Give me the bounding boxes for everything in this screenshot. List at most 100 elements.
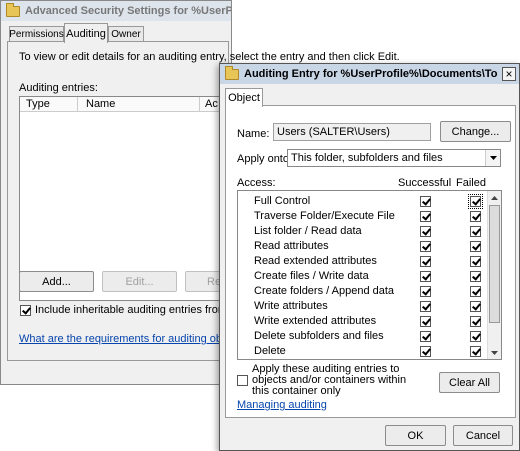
access-header: Access: — [237, 177, 276, 189]
failed-checkbox[interactable] — [470, 241, 481, 252]
access-row-label: Delete subfolders and files — [254, 330, 384, 342]
tab-auditing[interactable]: Auditing — [64, 23, 108, 43]
scroll-down-icon[interactable] — [488, 346, 501, 359]
access-row[interactable]: Write extended attributes — [238, 314, 488, 329]
access-row-label: Full Control — [254, 195, 311, 207]
apply-onto-label: Apply onto: — [237, 153, 293, 165]
access-row-label: Create files / Write data — [254, 270, 369, 282]
bg-window-title: Advanced Security Settings for %UserProf… — [25, 5, 231, 17]
apply-container-checkbox-row[interactable]: Apply these auditing entries to objects … — [237, 364, 417, 397]
successful-checkbox[interactable] — [420, 211, 431, 222]
successful-checkbox[interactable] — [420, 226, 431, 237]
access-row-label: Write extended attributes — [254, 315, 377, 327]
access-row[interactable]: Write attributes — [238, 299, 488, 314]
change-button[interactable]: Change... — [440, 121, 511, 142]
auditing-tab-panel: To view or edit details for an auditing … — [7, 41, 400, 361]
clear-all-button[interactable]: Clear All — [439, 372, 500, 393]
advanced-security-settings-window: Advanced Security Settings for %UserProf… — [0, 0, 400, 385]
access-row[interactable]: Create folders / Append data — [238, 284, 488, 299]
auditing-entry-dialog: Auditing Entry for %UserProfile%\Documen… — [219, 63, 520, 451]
successful-checkbox[interactable] — [420, 301, 431, 312]
access-row-label: Write attributes — [254, 300, 328, 312]
failed-checkbox[interactable] — [470, 346, 481, 357]
successful-header: Successful — [398, 177, 452, 189]
access-row-label: Read attributes — [254, 240, 329, 252]
dialog-titlebar[interactable]: Auditing Entry for %UserProfile%\Documen… — [220, 64, 519, 84]
successful-checkbox[interactable] — [420, 196, 431, 207]
column-header-name[interactable]: Name — [78, 97, 200, 111]
change-button-label: Change... — [451, 125, 500, 138]
ok-button-label: OK — [407, 429, 424, 442]
failed-checkbox[interactable] — [470, 271, 481, 282]
close-icon: × — [505, 67, 513, 81]
column-header-type[interactable]: Type — [20, 97, 78, 111]
access-row[interactable]: Full Control — [238, 194, 488, 209]
failed-checkbox[interactable] — [468, 194, 483, 209]
list-header: Type Name Ac — [20, 97, 223, 112]
failed-checkbox[interactable] — [470, 256, 481, 267]
failed-checkbox[interactable] — [470, 286, 481, 297]
access-row[interactable]: Read attributes — [238, 239, 488, 254]
cancel-button-label: Cancel — [465, 429, 501, 442]
name-value-field: Users (SALTER\Users) — [273, 123, 431, 141]
access-list-scrollbar[interactable] — [487, 191, 501, 359]
tab-owner-label: Owner — [111, 29, 141, 40]
tab-object[interactable]: Object — [225, 88, 263, 107]
successful-checkbox[interactable] — [420, 316, 431, 327]
auditing-entries-label: Auditing entries: — [19, 82, 98, 94]
column-access-label: Ac — [205, 98, 218, 110]
add-button[interactable]: Add... — [19, 271, 94, 292]
tab-auditing-label: Auditing — [66, 27, 106, 40]
apply-container-checkbox[interactable] — [237, 375, 248, 386]
scrollbar-thumb[interactable] — [489, 205, 500, 323]
access-row-label: List folder / Read data — [254, 225, 362, 237]
successful-checkbox[interactable] — [420, 286, 431, 297]
clear-all-button-label: Clear All — [449, 376, 490, 389]
tab-owner[interactable]: Owner — [108, 26, 144, 42]
scroll-up-icon[interactable] — [488, 191, 501, 204]
access-row[interactable]: Delete subfolders and files — [238, 329, 488, 344]
instruction-text: To view or edit details for an auditing … — [19, 51, 400, 63]
access-row-label: Create folders / Append data — [254, 285, 395, 297]
failed-checkbox[interactable] — [470, 316, 481, 327]
successful-checkbox[interactable] — [420, 271, 431, 282]
name-label: Name: — [237, 128, 270, 140]
failed-checkbox[interactable] — [470, 226, 481, 237]
name-value: Users (SALTER\Users) — [277, 126, 390, 138]
access-row-label: Traverse Folder/Execute File — [254, 210, 395, 222]
access-row[interactable]: Delete — [238, 344, 488, 359]
successful-checkbox[interactable] — [420, 241, 431, 252]
successful-checkbox[interactable] — [420, 331, 431, 342]
inherit-checkbox[interactable] — [20, 304, 31, 316]
folder-icon — [6, 2, 20, 17]
dialog-title: Auditing Entry for %UserProfile%\Documen… — [244, 68, 497, 80]
column-name-label: Name — [86, 98, 116, 110]
tab-permissions[interactable]: Permissions — [9, 26, 64, 42]
failed-checkbox[interactable] — [470, 211, 481, 222]
column-type-label: Type — [26, 98, 50, 110]
close-button[interactable]: × — [502, 67, 516, 81]
access-list[interactable]: Full Control Traverse Folder/Execute File… — [237, 190, 502, 360]
successful-checkbox[interactable] — [420, 346, 431, 357]
failed-checkbox[interactable] — [470, 301, 481, 312]
edit-button-label: Edit... — [125, 275, 154, 288]
cancel-button[interactable]: Cancel — [453, 425, 513, 446]
apply-onto-value: This folder, subfolders and files — [291, 152, 443, 164]
successful-checkbox[interactable] — [420, 256, 431, 267]
chevron-down-icon[interactable] — [485, 150, 500, 166]
managing-auditing-link[interactable]: Managing auditing — [237, 399, 327, 411]
ok-button[interactable]: OK — [385, 425, 446, 446]
access-rows: Full Control Traverse Folder/Execute File… — [238, 194, 488, 359]
access-row-label: Read extended attributes — [254, 255, 377, 267]
edit-button[interactable]: Edit... — [102, 271, 177, 292]
access-row[interactable]: Traverse Folder/Execute File — [238, 209, 488, 224]
apply-onto-select[interactable]: This folder, subfolders and files — [287, 149, 501, 167]
access-row-label: Delete — [254, 345, 286, 357]
failed-checkbox[interactable] — [470, 331, 481, 342]
add-button-label: Add... — [42, 275, 71, 288]
access-row[interactable]: Read extended attributes — [238, 254, 488, 269]
bg-window-titlebar[interactable]: Advanced Security Settings for %UserProf… — [1, 1, 231, 21]
access-row[interactable]: List folder / Read data — [238, 224, 488, 239]
tab-object-label: Object — [228, 92, 260, 104]
access-row[interactable]: Create files / Write data — [238, 269, 488, 284]
